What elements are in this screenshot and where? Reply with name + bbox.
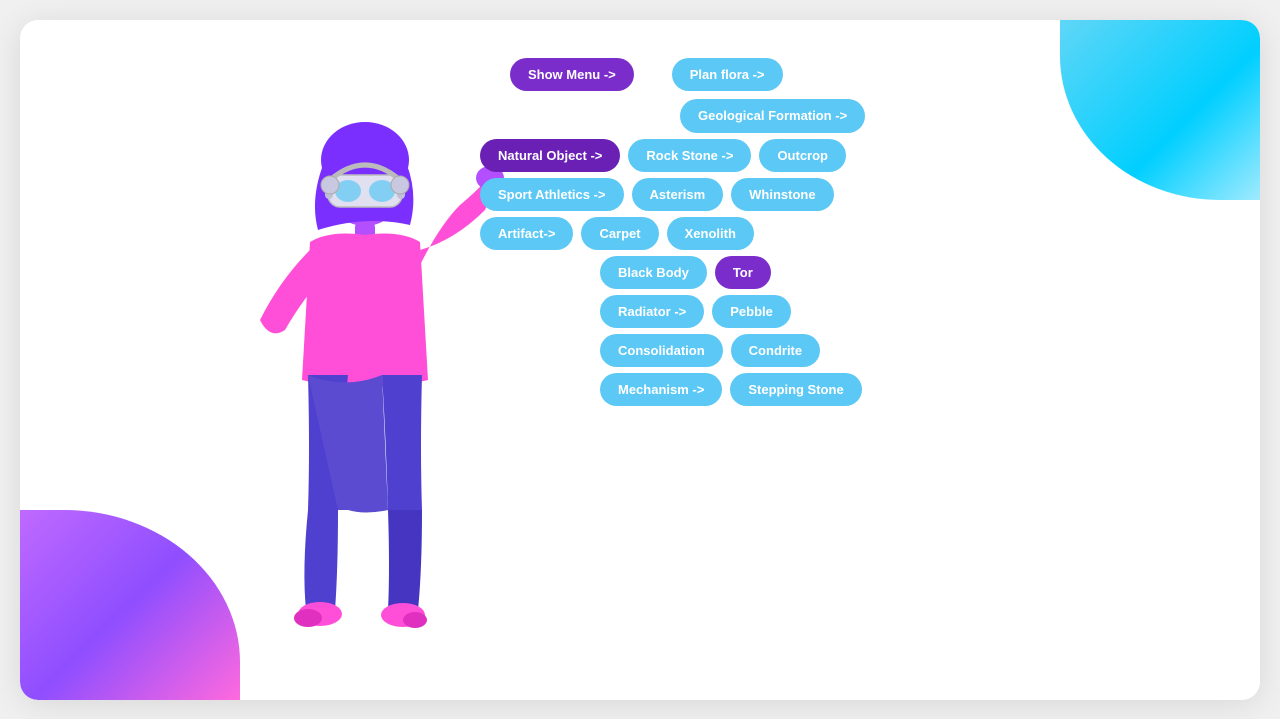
row-consolidation: Consolidation Condrite <box>600 334 820 367</box>
blob-top-right <box>1060 20 1260 200</box>
natural-object-button[interactable]: Natural Object -> <box>480 139 620 172</box>
pebble-button[interactable]: Pebble <box>712 295 791 328</box>
black-body-button[interactable]: Black Body <box>600 256 707 289</box>
mechanism-button[interactable]: Mechanism -> <box>600 373 722 406</box>
row-geological: Geological Formation -> <box>680 99 865 134</box>
radiator-button[interactable]: Radiator -> <box>600 295 704 328</box>
rock-stone-button[interactable]: Rock Stone -> <box>628 139 751 172</box>
condrite-button[interactable]: Condrite <box>731 334 820 367</box>
row-artifact: Artifact-> Carpet Xenolith <box>480 217 754 250</box>
row-mechanism: Mechanism -> Stepping Stone <box>600 373 862 406</box>
stepping-stone-button[interactable]: Stepping Stone <box>730 373 861 406</box>
xenolith-button[interactable]: Xenolith <box>667 217 754 250</box>
carpet-button[interactable]: Carpet <box>581 217 658 250</box>
main-screen: Show Menu -> Plan flora -> Geological Fo… <box>20 20 1260 700</box>
whinstone-button[interactable]: Whinstone <box>731 178 833 211</box>
row-sport-athletics: Sport Athletics -> Asterism Whinstone <box>480 178 834 211</box>
vr-person-illustration <box>190 70 530 700</box>
geological-formation-button[interactable]: Geological Formation -> <box>680 99 865 134</box>
row-radiator: Radiator -> Pebble <box>600 295 791 328</box>
row-natural-object: Natural Object -> Rock Stone -> Outcrop <box>480 139 846 172</box>
tor-button[interactable]: Tor <box>715 256 771 289</box>
menu-area: Show Menu -> Plan flora -> Geological Fo… <box>480 58 865 407</box>
show-menu-button[interactable]: Show Menu -> <box>510 58 634 91</box>
row-show-menu: Show Menu -> Plan flora -> <box>510 58 783 91</box>
artifact-button[interactable]: Artifact-> <box>480 217 573 250</box>
consolidation-button[interactable]: Consolidation <box>600 334 723 367</box>
sport-athletics-button[interactable]: Sport Athletics -> <box>480 178 624 211</box>
asterism-button[interactable]: Asterism <box>632 178 724 211</box>
outcrop-button[interactable]: Outcrop <box>759 139 846 172</box>
plan-flora-button[interactable]: Plan flora -> <box>672 58 783 91</box>
row-black-body: Black Body Tor <box>600 256 771 289</box>
